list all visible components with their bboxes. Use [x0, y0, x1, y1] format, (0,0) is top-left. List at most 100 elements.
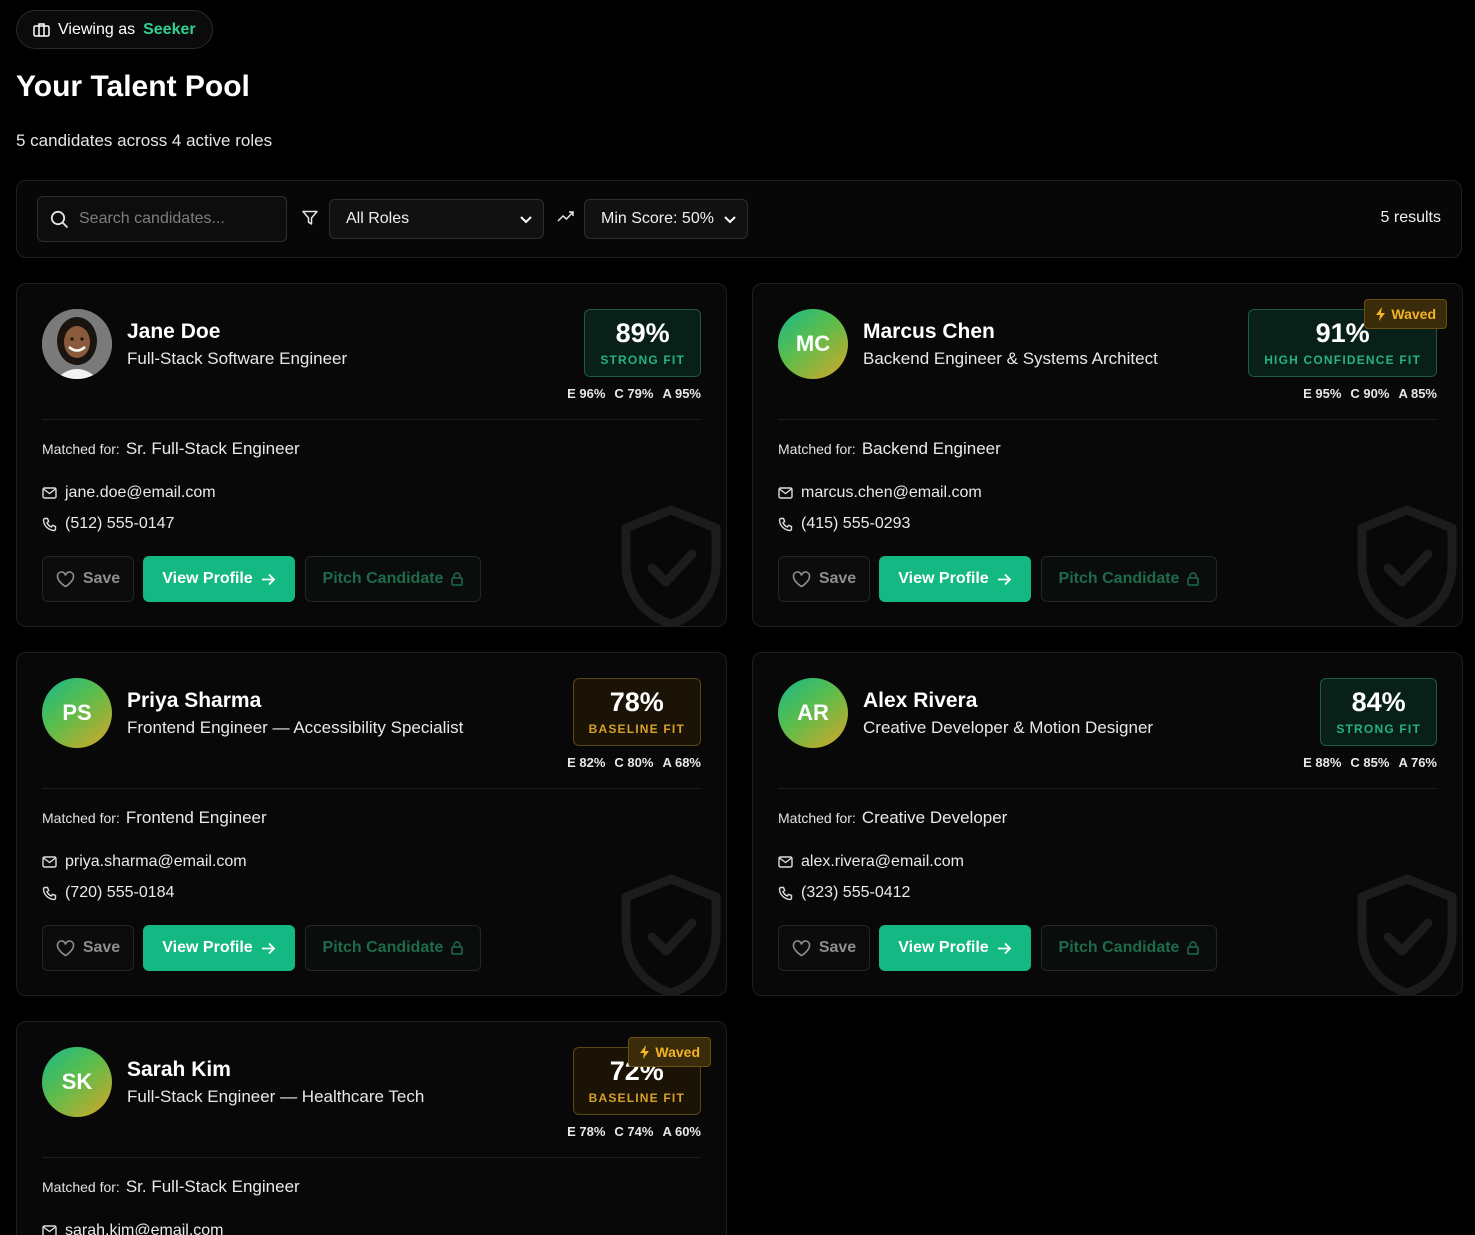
pitch-candidate-button[interactable]: Pitch Candidate	[305, 925, 481, 971]
viewing-as-badge[interactable]: Viewing as Seeker	[16, 10, 213, 49]
roles-select[interactable]: All Roles	[329, 199, 544, 239]
score-c: C 74%	[614, 1124, 654, 1139]
waved-badge: Waved	[628, 1037, 711, 1067]
waved-label: Waved	[655, 1044, 700, 1060]
shield-check-icon	[616, 873, 726, 995]
heart-icon	[792, 939, 811, 957]
match-score-badge: 89% STRONG FIT	[584, 309, 701, 377]
save-button[interactable]: Save	[42, 556, 134, 602]
pitch-candidate-button[interactable]: Pitch Candidate	[305, 556, 481, 602]
divider	[778, 788, 1437, 789]
candidate-name: Priya Sharma	[127, 689, 262, 712]
contact-phone[interactable]: (720) 555-0184	[42, 884, 174, 902]
candidate-name: Jane Doe	[127, 320, 221, 343]
email-text: jane.doe@email.com	[65, 484, 216, 501]
sub-scores: E 78% C 74% A 60%	[567, 1124, 701, 1139]
avatar[interactable]: PS	[42, 678, 112, 748]
matched-role-value: Sr. Full-Stack Engineer	[125, 1177, 300, 1196]
matched-role: Matched for: Sr. Full-Stack Engineer	[42, 1177, 300, 1197]
arrow-right-icon	[261, 573, 276, 586]
fit-label: STRONG FIT	[600, 352, 685, 367]
match-score: 78%	[609, 686, 664, 717]
min-score-value: Min Score: 50%	[601, 210, 714, 227]
search-icon	[50, 210, 69, 229]
save-label: Save	[82, 570, 121, 587]
contact-email[interactable]: marcus.chen@email.com	[778, 484, 982, 502]
matched-role: Matched for: Sr. Full-Stack Engineer	[42, 439, 300, 459]
email-text: marcus.chen@email.com	[801, 484, 982, 501]
roles-select-value: All Roles	[346, 210, 410, 227]
fit-label: HIGH CONFIDENCE FIT	[1264, 352, 1421, 367]
shield-check-icon	[1352, 504, 1462, 626]
matched-role-value: Frontend Engineer	[125, 808, 267, 827]
mail-icon	[42, 487, 57, 499]
phone-icon	[778, 517, 793, 532]
fit-label: STRONG FIT	[1336, 721, 1421, 736]
contact-email[interactable]: alex.rivera@email.com	[778, 853, 964, 871]
sub-scores: E 95% C 90% A 85%	[1303, 386, 1437, 401]
avatar[interactable]: MC	[778, 309, 848, 379]
score-c: C 80%	[614, 755, 654, 770]
waved-label: Waved	[1391, 306, 1436, 322]
page-subtitle: 5 candidates across 4 active roles	[16, 131, 273, 150]
view-profile-button[interactable]: View Profile	[143, 925, 295, 971]
score-a: A 60%	[662, 1124, 701, 1139]
candidate-title: Full-Stack Software Engineer	[127, 349, 348, 368]
score-e: E 78%	[567, 1124, 606, 1139]
filter-icon	[301, 209, 319, 227]
view-profile-button[interactable]: View Profile	[879, 556, 1031, 602]
candidate-card: Jane Doe Full-Stack Software Engineer 89…	[16, 283, 727, 627]
save-button[interactable]: Save	[778, 556, 870, 602]
briefcase-icon	[33, 22, 50, 37]
score-c: C 90%	[1350, 386, 1390, 401]
heart-icon	[56, 570, 75, 588]
match-score: 91%	[1315, 317, 1370, 348]
avatar[interactable]	[42, 309, 112, 379]
save-button[interactable]: Save	[42, 925, 134, 971]
contact-email[interactable]: priya.sharma@email.com	[42, 853, 247, 871]
page-title: Your Talent Pool	[16, 70, 250, 103]
chevron-down-icon	[519, 215, 533, 224]
mail-icon	[42, 1225, 57, 1235]
mail-icon	[778, 487, 793, 499]
contact-phone[interactable]: (512) 555-0147	[42, 515, 174, 533]
candidate-name: Sarah Kim	[127, 1058, 231, 1081]
contact-phone[interactable]: (415) 555-0293	[778, 515, 910, 533]
save-button[interactable]: Save	[778, 925, 870, 971]
arrow-right-icon	[997, 942, 1012, 955]
shield-check-icon	[1352, 873, 1462, 995]
candidate-title: Frontend Engineer — Accessibility Specia…	[127, 718, 464, 737]
divider	[42, 788, 701, 789]
match-score: 89%	[615, 317, 670, 348]
heart-icon	[792, 570, 811, 588]
matched-for-label: Matched for:	[42, 441, 120, 457]
candidate-title: Creative Developer & Motion Designer	[863, 718, 1154, 737]
view-profile-button[interactable]: View Profile	[879, 925, 1031, 971]
phone-text: (323) 555-0412	[801, 884, 911, 901]
pitch-label: Pitch Candidate	[322, 570, 444, 587]
heart-icon	[56, 939, 75, 957]
matched-role-value: Sr. Full-Stack Engineer	[125, 439, 300, 458]
pitch-candidate-button[interactable]: Pitch Candidate	[1041, 556, 1217, 602]
candidate-name: Alex Rivera	[863, 689, 978, 712]
lightning-icon	[639, 1045, 651, 1059]
pitch-candidate-button[interactable]: Pitch Candidate	[1041, 925, 1217, 971]
min-score-select[interactable]: Min Score: 50%	[584, 199, 748, 239]
score-e: E 95%	[1303, 386, 1342, 401]
lock-icon	[451, 941, 464, 955]
search-input[interactable]	[79, 210, 269, 228]
lock-icon	[1187, 572, 1200, 586]
score-c: C 79%	[614, 386, 654, 401]
contact-email[interactable]: sarah.kim@email.com	[42, 1222, 224, 1235]
shield-check-icon	[616, 504, 726, 626]
avatar[interactable]: AR	[778, 678, 848, 748]
view-profile-button[interactable]: View Profile	[143, 556, 295, 602]
contact-phone[interactable]: (323) 555-0412	[778, 884, 910, 902]
search-box[interactable]	[37, 196, 287, 242]
viewing-as-label: Viewing as	[58, 20, 136, 38]
avatar[interactable]: SK	[42, 1047, 112, 1117]
match-score-badge: 78% BASELINE FIT	[572, 678, 701, 746]
candidate-card: MC Marcus Chen Backend Engineer & System…	[752, 283, 1463, 627]
contact-email[interactable]: jane.doe@email.com	[42, 484, 216, 502]
viewing-role: Seeker	[143, 20, 196, 38]
